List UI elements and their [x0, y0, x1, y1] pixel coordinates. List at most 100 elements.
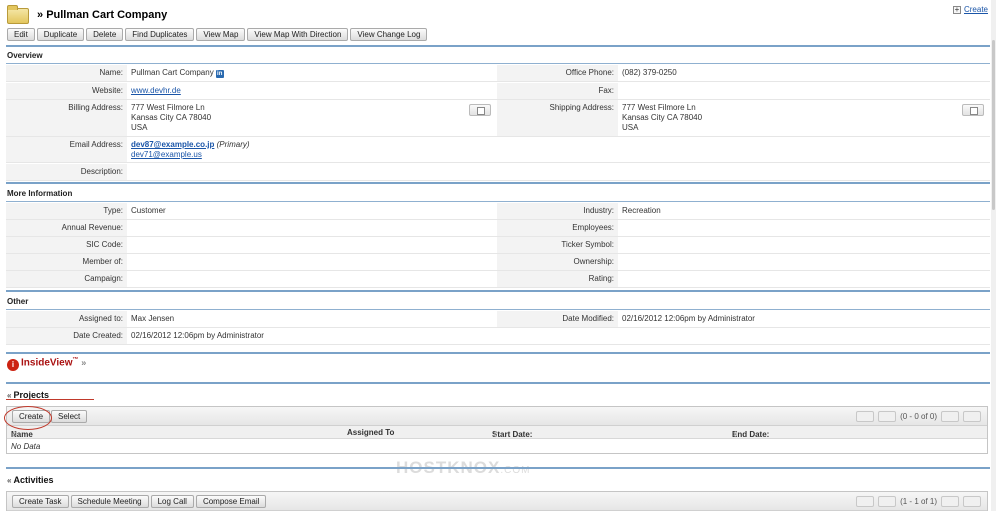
prev-page-button[interactable] [878, 496, 897, 507]
col-assigned[interactable]: Assigned To [347, 428, 394, 437]
activities-heading[interactable]: «Activities [7, 475, 53, 485]
scrollbar-thumb[interactable] [992, 40, 995, 210]
other-heading: Other [7, 297, 29, 306]
annual-revenue-label: Annual Revenue: [6, 220, 127, 236]
billing-label: Billing Address: [6, 100, 127, 136]
billing-line-3: USA [131, 123, 148, 132]
edit-button[interactable]: Edit [7, 28, 35, 41]
email-primary-link[interactable]: dev87@example.co.jp [131, 140, 214, 149]
linkedin-icon[interactable]: in [215, 70, 224, 78]
shipping-line-1: 777 West Filmore Ln [622, 103, 696, 112]
activities-buttons: Create Task Schedule Meeting Log Call Co… [12, 495, 267, 508]
shipping-line-3: USA [622, 123, 639, 132]
office-phone-value: (082) 379-0250 [622, 68, 677, 77]
view-map-direction-button[interactable]: View Map With Direction [247, 28, 349, 41]
copy-billing-button[interactable] [469, 104, 491, 116]
description-label: Description: [6, 164, 127, 180]
projects-pager: (0 - 0 of 0) [856, 411, 981, 422]
rating-label: Rating: [497, 271, 618, 287]
last-page-button[interactable] [963, 411, 981, 422]
delete-button[interactable]: Delete [86, 28, 124, 41]
ownership-label: Ownership: [497, 254, 618, 270]
activities-page-count: (1 - 1 of 1) [900, 497, 937, 506]
office-phone-label: Office Phone: [497, 65, 618, 81]
insideview-divider [6, 352, 990, 354]
plus-icon: + [952, 5, 961, 14]
email-values: dev87@example.co.jp (Primary) dev71@exam… [127, 137, 250, 160]
more-info-divider [6, 182, 990, 184]
billing-line-1: 777 West Filmore Ln [131, 103, 205, 112]
compose-email-button[interactable]: Compose Email [195, 495, 267, 508]
expand-chevron-icon[interactable]: » [81, 357, 86, 367]
create-task-button[interactable]: Create Task [12, 495, 69, 508]
fax-label: Fax: [497, 83, 618, 99]
member-label: Member of: [6, 254, 127, 270]
insideview-tm: ™ [72, 357, 79, 363]
projects-select-button[interactable]: Select [51, 410, 88, 423]
view-map-button[interactable]: View Map [196, 28, 246, 41]
other-rule [6, 309, 990, 310]
website-label: Website: [6, 83, 127, 99]
sort-icon: ⇕ [11, 430, 18, 439]
first-page-button[interactable] [856, 496, 875, 507]
type-value: Customer [131, 206, 166, 215]
other-divider [6, 290, 990, 292]
activities-pager: (1 - 1 of 1) [856, 496, 981, 507]
overview-divider [6, 45, 990, 47]
created-label: Date Created: [6, 328, 127, 344]
shipping-label: Shipping Address: [497, 100, 618, 136]
prev-page-button[interactable] [878, 411, 897, 422]
folder-icon [7, 5, 29, 24]
industry-label: Industry: [497, 203, 618, 219]
log-call-button[interactable]: Log Call [150, 495, 194, 508]
more-row-type: Type: Customer Industry: Recreation [6, 203, 990, 220]
create-link[interactable]: + Create [952, 5, 988, 14]
next-page-button[interactable] [941, 411, 959, 422]
annotation-circle [4, 406, 52, 430]
employees-label: Employees: [497, 220, 618, 236]
insideview-logo[interactable]: i InsideView™ » [7, 357, 86, 372]
website-link[interactable]: www.devhr.de [127, 83, 181, 95]
find-duplicates-button[interactable]: Find Duplicates [125, 28, 195, 41]
next-page-button[interactable] [941, 496, 959, 507]
shipping-line-2: Kansas City CA 78040 [622, 113, 703, 122]
projects-empty-row: No Data [11, 442, 41, 451]
overview-heading: Overview [7, 51, 43, 60]
projects-page-count: (0 - 0 of 0) [900, 412, 937, 421]
more-row-revenue: Annual Revenue: Employees: [6, 220, 990, 237]
created-value: 02/16/2012 12:06pm by Administrator [131, 331, 264, 340]
first-page-button[interactable] [856, 411, 875, 422]
page-scrollbar[interactable] [991, 0, 996, 511]
copy-shipping-button[interactable] [962, 104, 984, 116]
activities-subpanel: Create Task Schedule Meeting Log Call Co… [6, 491, 988, 511]
overview-row-name: Name: Pullman Cart Company in Office Phon… [6, 65, 990, 82]
activities-toolbar: Create Task Schedule Meeting Log Call Co… [7, 492, 987, 511]
action-toolbar: Edit Duplicate Delete Find Duplicates Vi… [7, 28, 428, 41]
projects-subpanel: Create Select (0 - 0 of 0) Name ⇕ Assign… [6, 406, 988, 454]
email-secondary-link[interactable]: dev71@example.us [131, 150, 250, 160]
other-row-created: Date Created: 02/16/2012 12:06pm by Admi… [6, 328, 990, 345]
more-row-campaign: Campaign: Rating: [6, 271, 990, 288]
overview-row-email: Email Address: dev87@example.co.jp (Prim… [6, 137, 990, 163]
account-name-title: Pullman Cart Company [46, 9, 168, 21]
schedule-meeting-button[interactable]: Schedule Meeting [70, 495, 149, 508]
annotation-underline [6, 399, 94, 400]
more-row-sic: SIC Code: Ticker Symbol: [6, 237, 990, 254]
overview-row-description: Description: [6, 164, 990, 181]
overview-rule [6, 63, 990, 64]
projects-divider [6, 382, 990, 384]
name-text: Pullman Cart Company [131, 68, 214, 77]
view-change-log-button[interactable]: View Change Log [350, 28, 428, 41]
duplicate-button[interactable]: Duplicate [36, 28, 85, 41]
sort-icon: ⇕ [492, 430, 499, 439]
activities-divider [6, 467, 990, 469]
shipping-address: 777 West Filmore Ln Kansas City CA 78040… [618, 100, 702, 133]
more-row-member: Member of: Ownership: [6, 254, 990, 271]
last-page-button[interactable] [963, 496, 981, 507]
activities-title: Activities [13, 475, 54, 485]
assigned-label: Assigned to: [6, 311, 127, 327]
page-title: » Pullman Cart Company [37, 9, 168, 21]
sic-label: SIC Code: [6, 237, 127, 253]
projects-toolbar: Create Select (0 - 0 of 0) [7, 407, 987, 426]
projects-header-row: Name ⇕ Assigned To Start Date: ⇕ End Dat… [7, 426, 987, 439]
